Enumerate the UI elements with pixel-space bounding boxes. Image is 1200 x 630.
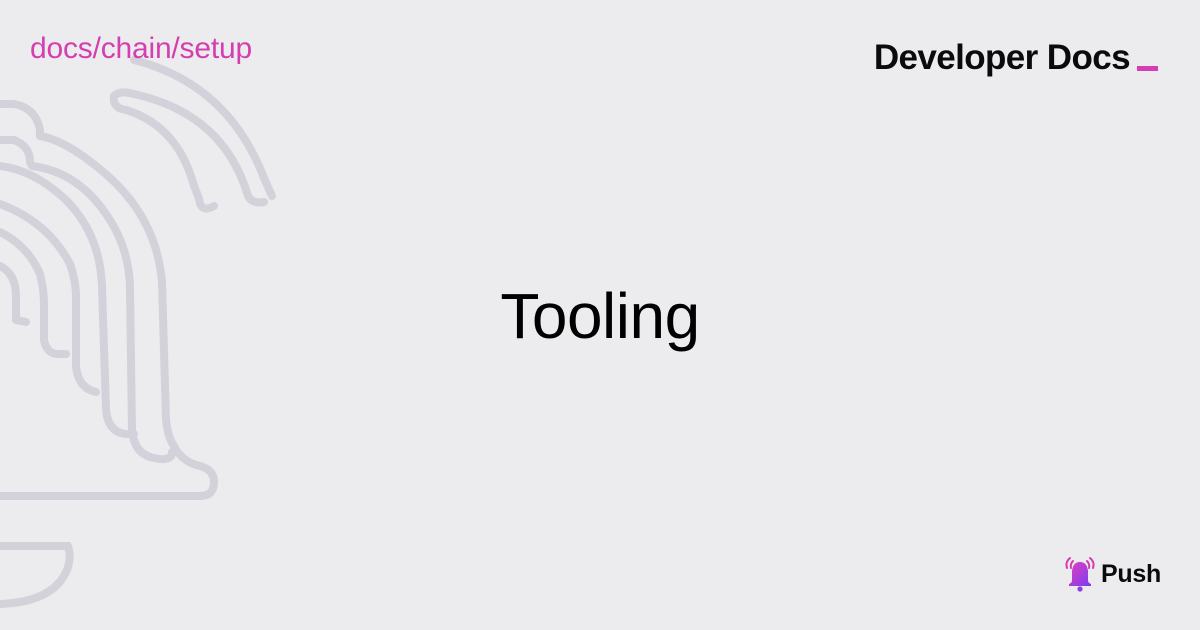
breadcrumb[interactable]: docs/chain/setup xyxy=(30,31,252,67)
push-logo: Push xyxy=(1063,556,1161,592)
bell-icon xyxy=(1065,557,1095,592)
push-wordmark: Push xyxy=(1101,560,1161,588)
brand-title: Developer Docs xyxy=(873,38,1131,77)
brand-cursor xyxy=(1137,66,1158,71)
page-title: Tooling xyxy=(500,280,700,352)
